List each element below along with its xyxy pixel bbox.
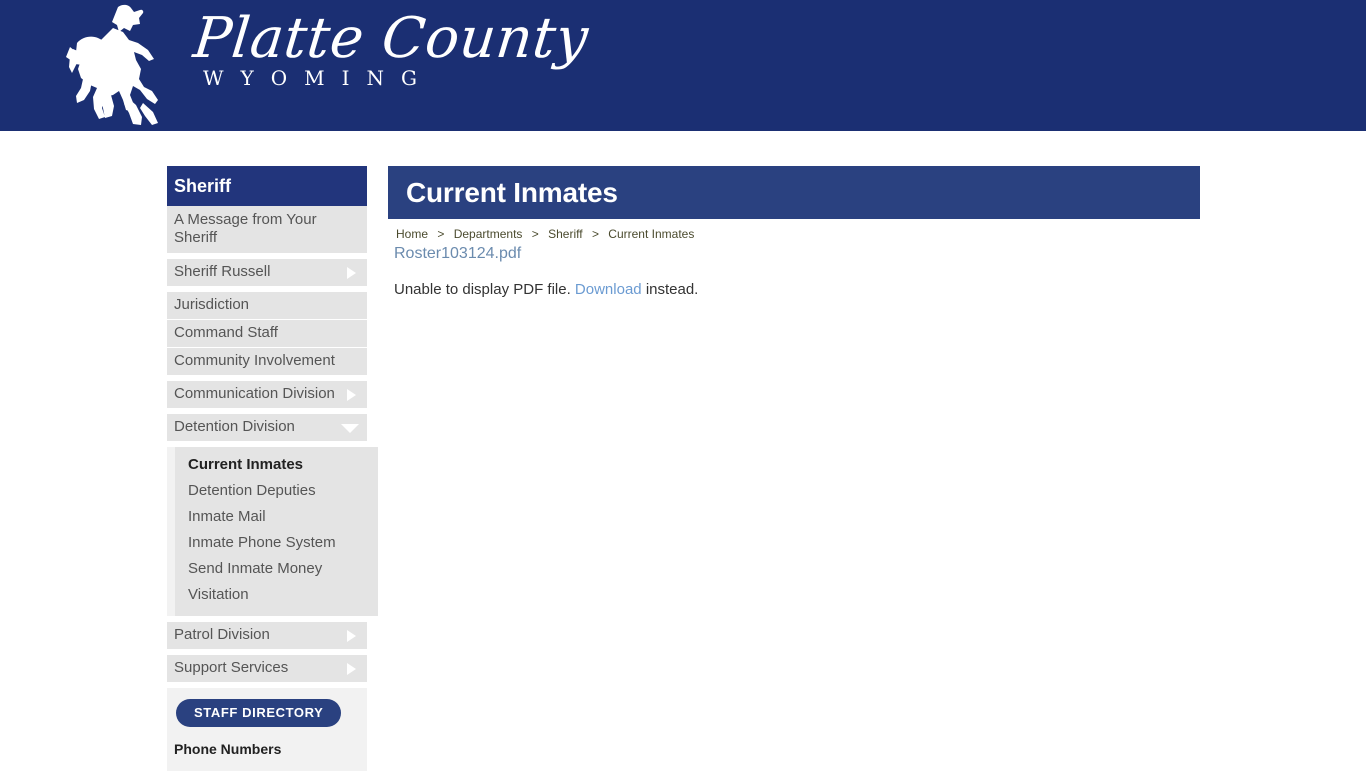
sidebar-item-message-from-sheriff[interactable]: A Message from Your Sheriff [167, 206, 367, 253]
sidebar-item-jurisdiction[interactable]: Jurisdiction [167, 292, 367, 319]
sidebar-item-label: Command Staff [174, 324, 278, 341]
sidebar-subitem-current-inmates[interactable]: Current Inmates [175, 452, 378, 478]
sidebar-header: Sheriff [167, 166, 367, 206]
sidebar-subitem-send-inmate-money[interactable]: Send Inmate Money [175, 556, 378, 582]
sidebar-subitem-detention-deputies[interactable]: Detention Deputies [175, 478, 378, 504]
site-banner: Platte County WYOMING [0, 0, 1366, 131]
breadcrumb-separator: > [531, 227, 539, 241]
sidebar-item-support-services[interactable]: Support Services [167, 655, 367, 682]
site-logo-text: Platte County WYOMING [190, 6, 597, 108]
sidebar-item-label: Jurisdiction [174, 296, 250, 313]
breadcrumb-item-departments[interactable]: Departments [454, 227, 523, 241]
staff-directory-button[interactable]: STAFF DIRECTORY [176, 699, 342, 727]
breadcrumb-item-home[interactable]: Home [396, 227, 428, 241]
sidebar-item-label: Support Services [174, 659, 289, 676]
sidebar-subitem-inmate-phone-system[interactable]: Inmate Phone System [175, 530, 378, 556]
sidebar-subitem-visitation[interactable]: Visitation [175, 582, 378, 608]
sidebar-subitem-label: Inmate Phone System [188, 534, 336, 551]
sidebar-subitem-label: Detention Deputies [188, 482, 316, 499]
sidebar-item-label: Sheriff Russell [174, 263, 271, 280]
sidebar-item-patrol-division[interactable]: Patrol Division [167, 622, 367, 649]
sidebar-subitem-label: Visitation [188, 586, 249, 603]
page-body: Sheriff A Message from Your Sheriff Sher… [0, 131, 1366, 771]
sidebar-subitem-label: Current Inmates [188, 456, 304, 473]
sidebar-item-community-involvement[interactable]: Community Involvement [167, 348, 367, 375]
sidebar-item-sheriff-russell[interactable]: Sheriff Russell [167, 259, 367, 286]
breadcrumb-item-sheriff[interactable]: Sheriff [548, 227, 582, 241]
sidebar-subitem-inmate-mail[interactable]: Inmate Mail [175, 504, 378, 530]
sidebar-item-label: Detention Division [174, 418, 295, 435]
breadcrumb-item-current-inmates: Current Inmates [608, 227, 695, 241]
sidebar-item-communication-division[interactable]: Communication Division [167, 381, 367, 408]
pdf-fallback-message: Unable to display PDF file. Download ins… [388, 263, 1200, 298]
main-content: Current Inmates Home > Departments > She… [388, 166, 1200, 298]
page-title-bar: Current Inmates [388, 166, 1200, 219]
banner-inner: Platte County WYOMING [60, 0, 760, 131]
staff-directory-wrap: STAFF DIRECTORY [167, 688, 367, 735]
sidebar-subitem-label: Inmate Mail [188, 508, 266, 525]
sidebar-nav: Sheriff A Message from Your Sheriff Sher… [167, 166, 378, 771]
chevron-right-icon [347, 388, 356, 401]
sidebar-item-label: Community Involvement [174, 352, 335, 369]
breadcrumb-separator: > [591, 227, 599, 241]
pdf-filename-link[interactable]: Roster103124.pdf [388, 241, 1200, 263]
chevron-right-icon [347, 629, 356, 642]
chevron-down-icon [341, 423, 359, 433]
pdf-fallback-suffix: instead. [645, 281, 699, 298]
sidebar-item-label: A Message from Your Sheriff [174, 211, 317, 246]
sidebar-item-detention-division[interactable]: Detention Division [167, 414, 367, 441]
download-link[interactable]: Download [575, 281, 642, 298]
sidebar-item-command-staff[interactable]: Command Staff [167, 320, 367, 347]
bucking-horse-icon [65, 3, 165, 125]
pdf-fallback-prefix: Unable to display PDF file. [394, 281, 571, 298]
sidebar-item-label: Patrol Division [174, 626, 270, 643]
logo-county-name: Platte County [190, 6, 592, 71]
sidebar-submenu-detention-division: Current Inmates Detention Deputies Inmat… [175, 447, 378, 616]
chevron-right-icon [347, 662, 356, 675]
chevron-right-icon [347, 266, 356, 279]
page-title: Current Inmates [406, 177, 618, 208]
breadcrumb-separator: > [437, 227, 445, 241]
phone-numbers-heading: Phone Numbers [167, 735, 367, 771]
sidebar-subitem-label: Send Inmate Money [188, 560, 323, 577]
sidebar-item-label: Communication Division [174, 385, 335, 402]
breadcrumb: Home > Departments > Sheriff > Current I… [388, 219, 1200, 241]
